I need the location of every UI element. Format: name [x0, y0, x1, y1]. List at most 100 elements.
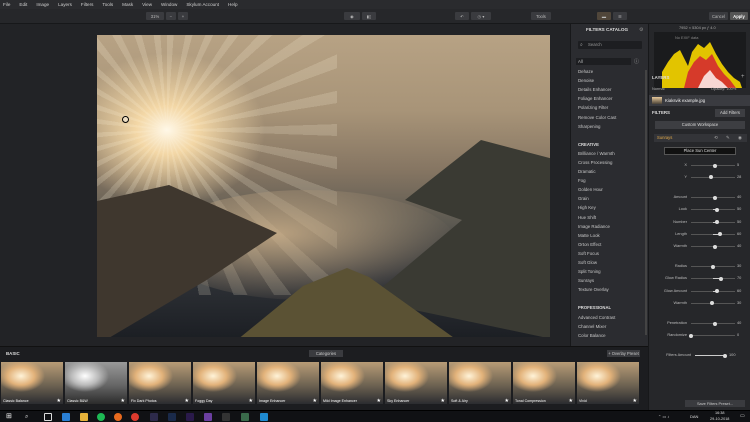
catalog-item[interactable]: Texture Overlay — [578, 287, 609, 292]
layout-icon[interactable]: ▬ — [597, 12, 611, 20]
catalog-filter-select[interactable]: All — [576, 58, 631, 65]
taskbar-clock[interactable]: 16:38 29-10-2018 — [710, 411, 729, 422]
workspace-dropdown[interactable]: Custom Workspace — [655, 121, 745, 129]
compare-icon[interactable]: ▮▯ — [362, 12, 376, 20]
catalog-item[interactable]: Brilliance / Warmth — [578, 151, 615, 156]
sun-center-handle[interactable] — [122, 116, 129, 123]
luminar-icon[interactable] — [260, 413, 268, 421]
star-icon[interactable]: ★ — [441, 398, 445, 404]
zoom-in-button[interactable]: + — [178, 12, 188, 20]
place-sun-center-button[interactable]: Place Sun Center — [664, 147, 736, 155]
star-icon[interactable]: ★ — [569, 398, 573, 404]
filters-amount-slider[interactable]: Filters Amount 100 — [649, 352, 750, 360]
catalog-item[interactable]: Cross Processing — [578, 160, 612, 165]
preset-thumbnail[interactable]: Classic B&W ★ — [65, 362, 127, 404]
search-icon[interactable]: ⌕ — [25, 413, 33, 421]
star-icon[interactable]: ★ — [249, 398, 253, 404]
star-icon[interactable]: ★ — [185, 398, 189, 404]
slider-knob[interactable] — [714, 220, 719, 225]
catalog-item[interactable]: Dehaze — [578, 69, 593, 74]
catalog-item[interactable]: Image Radiance — [578, 224, 610, 229]
slider-knob[interactable] — [717, 232, 722, 237]
star-icon[interactable]: ★ — [377, 398, 381, 404]
save-filters-preset-button[interactable]: Save Filters Preset... — [685, 400, 745, 407]
catalog-item[interactable]: Grain — [578, 196, 589, 201]
apply-button[interactable]: Apply — [730, 12, 748, 20]
catalog-item[interactable]: Denoise — [578, 78, 594, 83]
photo-image[interactable] — [97, 35, 550, 337]
slider-warmth[interactable]: Warmth 40 — [649, 243, 750, 251]
slider-warmth[interactable]: Warmth 30 — [649, 300, 750, 308]
slider-knob[interactable] — [711, 264, 715, 269]
catalog-item[interactable]: Sharpening — [578, 124, 600, 129]
info-icon[interactable]: ⓘ — [634, 58, 639, 65]
catalog-search-input[interactable]: Search — [578, 41, 642, 49]
slider-x[interactable]: X5 — [649, 162, 750, 170]
preset-thumbnail[interactable]: Vivid ★ — [577, 362, 639, 404]
reset-icon[interactable]: ⟲ — [714, 135, 718, 141]
app-icon[interactable] — [204, 413, 212, 421]
preview-eye-icon[interactable]: ◉ — [344, 12, 360, 20]
catalog-scrollbar[interactable] — [645, 70, 647, 335]
catalog-item[interactable]: Fog — [578, 178, 586, 183]
slider-glow-radius[interactable]: Glow Radius 70 — [649, 275, 750, 283]
add-layer-icon[interactable]: + — [741, 74, 745, 80]
slider-knob[interactable] — [709, 301, 714, 306]
zoom-dropdown[interactable]: 31% — [146, 12, 164, 20]
sunrays-filter-header[interactable]: Sunrays ⟲ ✎ ◉ — [654, 134, 747, 142]
menu-file[interactable]: File — [3, 2, 10, 7]
add-filters-button[interactable]: Add Filters — [715, 109, 745, 117]
catalog-item[interactable]: Matte Look — [578, 233, 600, 238]
menu-image[interactable]: Image — [36, 2, 49, 7]
slider-knob[interactable] — [713, 163, 718, 168]
star-icon[interactable]: ★ — [121, 398, 125, 404]
menu-filters[interactable]: Filters — [81, 2, 94, 7]
catalog-item[interactable]: High Key — [578, 205, 596, 210]
bridge-icon[interactable] — [150, 413, 158, 421]
preset-thumbnail[interactable]: Soft & Airy ★ — [449, 362, 511, 404]
catalog-item[interactable]: Polarizing Filter — [578, 105, 608, 110]
slider-amount[interactable]: Amount 40 — [649, 194, 750, 202]
app-icon-3[interactable] — [241, 413, 249, 421]
preset-thumbnail[interactable]: Classic Balance ★ — [1, 362, 63, 404]
catalog-item[interactable]: Color Balance — [578, 333, 606, 338]
slider-glow-amount[interactable]: Glow Amount 60 — [649, 288, 750, 296]
catalog-item[interactable]: Hue Shift — [578, 215, 596, 220]
slider-knob[interactable] — [689, 333, 693, 338]
language-indicator[interactable]: DAN — [690, 414, 698, 419]
overlay-preset-button[interactable]: + Overlay Preset — [607, 350, 640, 357]
history-icon[interactable]: ◷ ▾ — [471, 12, 491, 20]
task-view-icon[interactable] — [44, 413, 52, 421]
firefox-icon[interactable] — [114, 413, 122, 421]
menu-view[interactable]: View — [142, 2, 152, 7]
menu-skylum-account[interactable]: Skylum Account — [186, 2, 219, 7]
menu-layers[interactable]: Layers — [58, 2, 72, 7]
opacity-control[interactable]: Opacity: 100% — [711, 86, 736, 91]
gear-icon[interactable]: ⚙ — [639, 27, 643, 33]
slider-randomize[interactable]: Randomize 0 — [649, 332, 750, 340]
tools-dropdown[interactable]: Tools — [531, 12, 551, 20]
star-icon[interactable]: ★ — [505, 398, 509, 404]
menu-help[interactable]: Help — [228, 2, 237, 7]
preset-thumbnail[interactable]: Mild Image Enhancer ★ — [321, 362, 383, 404]
adjust-panel-icon[interactable]: ☰ — [613, 12, 627, 20]
file-explorer-icon[interactable] — [80, 413, 88, 421]
app-icon-2[interactable] — [222, 413, 230, 421]
slider-radius[interactable]: Radius 30 — [649, 263, 750, 271]
notification-icon[interactable]: ▭ — [740, 413, 745, 419]
preset-thumbnail[interactable]: Sky Enhancer ★ — [385, 362, 447, 404]
catalog-item[interactable]: Channel Mixer — [578, 324, 606, 329]
star-icon[interactable]: ★ — [633, 398, 637, 404]
catalog-item[interactable]: Split Toning — [578, 269, 601, 274]
star-icon[interactable]: ★ — [313, 398, 317, 404]
catalog-item[interactable]: Golden Hour — [578, 187, 603, 192]
slider-knob[interactable] — [713, 244, 718, 249]
catalog-item[interactable]: Foliage Enhancer — [578, 96, 612, 101]
spotify-icon[interactable] — [97, 413, 105, 421]
catalog-item[interactable]: Orton Effect — [578, 242, 601, 247]
slider-length[interactable]: Length 60 — [649, 231, 750, 239]
menu-edit[interactable]: Edit — [19, 2, 27, 7]
slider-knob[interactable] — [713, 321, 718, 326]
catalog-item[interactable]: Details Enhancer — [578, 87, 611, 92]
preset-thumbnail[interactable]: Fix Dark Photos ★ — [129, 362, 191, 404]
